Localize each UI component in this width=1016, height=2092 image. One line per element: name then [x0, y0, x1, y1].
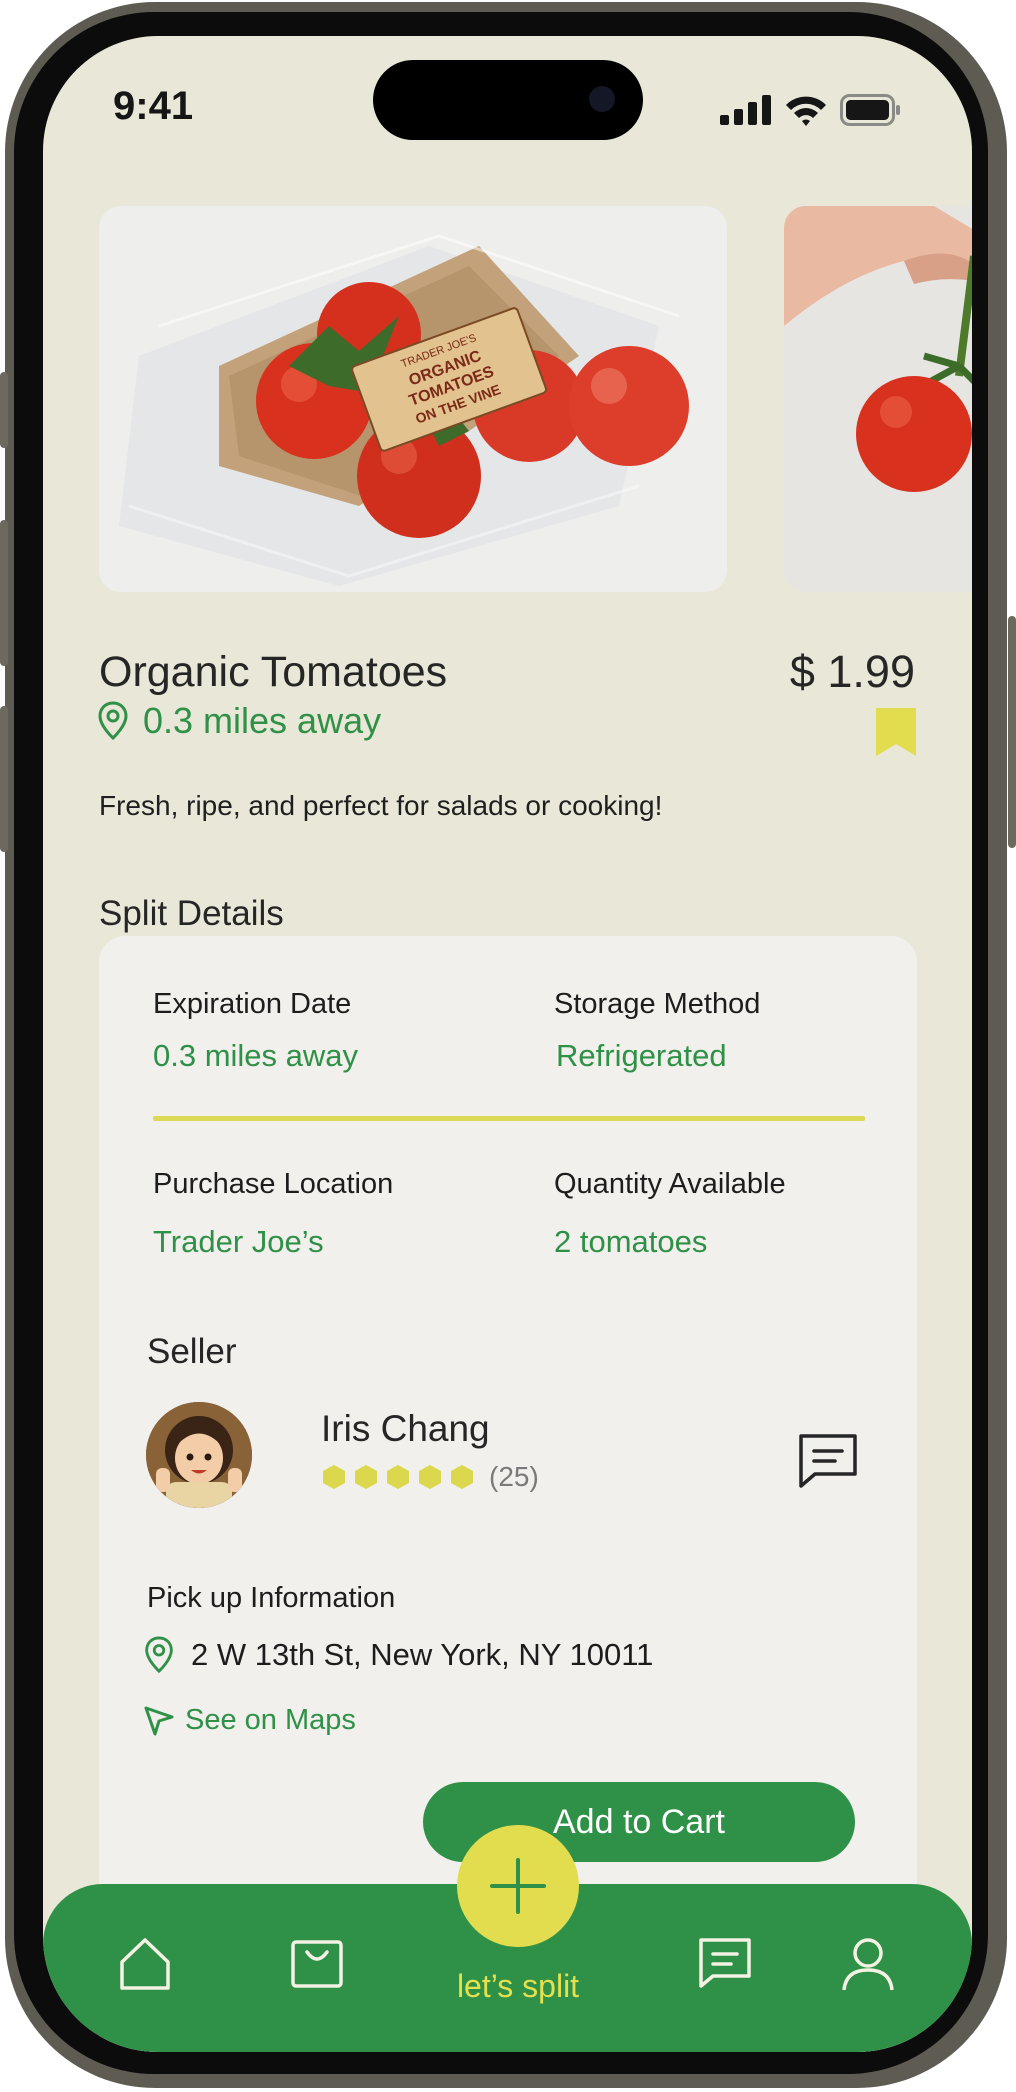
profile-icon[interactable] — [840, 1936, 896, 1992]
details-divider — [153, 1116, 865, 1121]
see-on-maps-link[interactable]: See on Maps — [143, 1704, 356, 1737]
product-title: Organic Tomatoes — [99, 648, 448, 696]
camera-icon — [589, 86, 615, 112]
status-icons — [720, 92, 902, 128]
volume-up-button — [0, 520, 8, 666]
cellular-signal-icon — [720, 95, 771, 125]
lets-split-label[interactable]: let’s split — [418, 1968, 618, 2005]
quantity-available-value: 2 tomatoes — [554, 1224, 708, 1259]
storage-method-label: Storage Method — [554, 988, 761, 1020]
avatar[interactable] — [146, 1402, 252, 1508]
expiration-date-label: Expiration Date — [153, 988, 352, 1020]
product-description: Fresh, ripe, and perfect for salads or c… — [99, 790, 663, 821]
seller-avatar-illustration — [146, 1402, 252, 1508]
product-price: $ 1.99 — [789, 646, 915, 697]
product-photo-next[interactable] — [784, 206, 972, 592]
pickup-heading: Pick up Information — [147, 1582, 396, 1614]
hand-holding-tomato-illustration — [784, 206, 972, 592]
rating-hexagon-icon — [323, 1465, 345, 1489]
distance-row: 0.3 miles away — [97, 700, 381, 742]
product-photo-main[interactable]: TRADER JOE'S ORGANIC TOMATOES ON THE VIN… — [99, 206, 727, 592]
shopping-bag-icon[interactable] — [289, 1936, 345, 1992]
battery-icon — [840, 94, 900, 126]
wifi-icon — [786, 96, 826, 126]
action-button — [0, 372, 8, 448]
purchase-location-label: Purchase Location — [153, 1168, 394, 1200]
purchase-location-value: Trader Joe’s — [153, 1224, 324, 1259]
rating-hexagon-icon — [451, 1465, 473, 1489]
pickup-address-row: 2 W 13th St, New York, NY 10011 — [143, 1636, 653, 1674]
tomatoes-package-illustration: TRADER JOE'S ORGANIC TOMATOES ON THE VIN… — [99, 206, 727, 592]
navigation-arrow-icon — [144, 1706, 174, 1735]
rating-hexagon-icon — [419, 1465, 441, 1489]
quantity-available-label: Quantity Available — [554, 1168, 786, 1200]
see-on-maps-label: See on Maps — [185, 1704, 356, 1736]
chat-icon[interactable] — [697, 1936, 753, 1992]
location-pin-icon — [98, 701, 128, 741]
app-screen: 9:41 TRADER JOE'S ORGANIC TOMATOES ON TH… — [43, 36, 972, 2052]
seller-rating: (25) — [321, 1461, 539, 1493]
expiration-date-value: 0.3 miles away — [153, 1038, 359, 1073]
storage-method-value: Refrigerated — [556, 1038, 727, 1073]
rating-hexagon-icon — [387, 1465, 409, 1489]
plus-icon — [490, 1858, 546, 1914]
power-button — [1008, 616, 1016, 848]
home-icon[interactable] — [117, 1936, 173, 1992]
location-pin-icon — [145, 1636, 173, 1674]
split-details-heading: Split Details — [99, 894, 284, 933]
lets-split-button[interactable] — [457, 1825, 579, 1947]
rating-count: (25) — [489, 1461, 539, 1492]
rating-hexagon-icon — [355, 1465, 377, 1489]
seller-heading: Seller — [147, 1332, 237, 1371]
dynamic-island — [373, 60, 643, 140]
seller-name: Iris Chang — [321, 1408, 490, 1449]
message-seller-icon[interactable] — [797, 1432, 859, 1490]
distance-text: 0.3 miles away — [143, 700, 382, 741]
status-time: 9:41 — [113, 84, 194, 128]
bookmark-icon[interactable] — [876, 708, 916, 756]
pickup-address: 2 W 13th St, New York, NY 10011 — [191, 1637, 654, 1672]
volume-down-button — [0, 706, 8, 852]
